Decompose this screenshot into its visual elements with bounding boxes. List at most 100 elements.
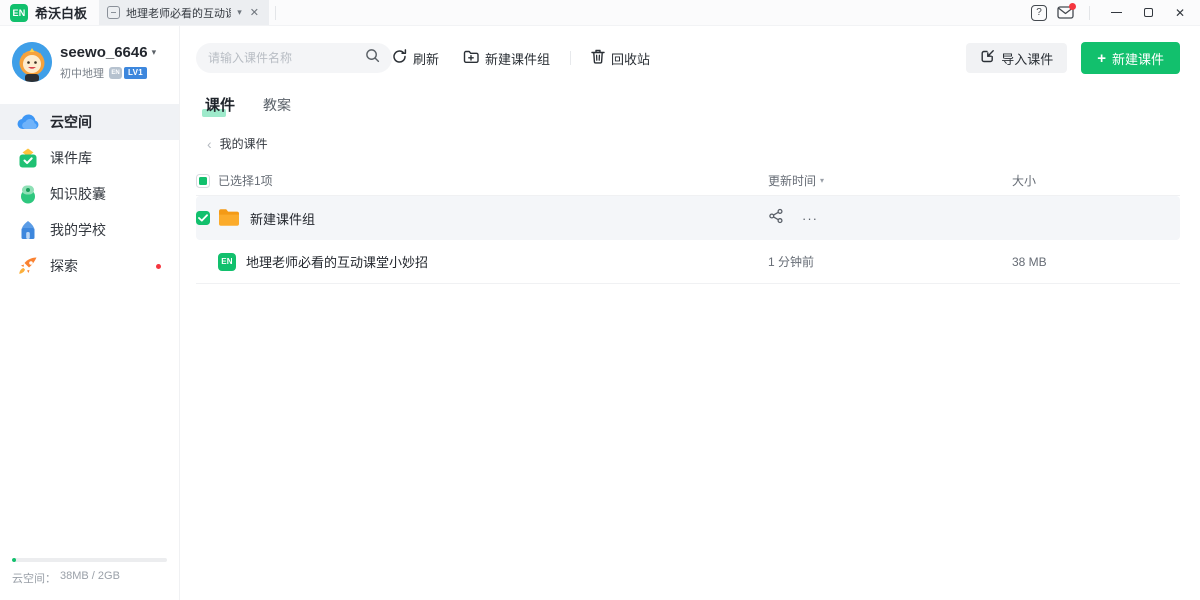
app-window: EN 希沃白板 地理老师必看的互动课堂小... ▾ ✕ ? ✕ xyxy=(0,0,1200,600)
tab-label: 课件 xyxy=(205,97,235,114)
titlebar-controls: ? ✕ xyxy=(1031,0,1200,25)
tab-label: 教案 xyxy=(263,97,291,113)
sidebar-item-label: 课件库 xyxy=(50,148,92,168)
rocket-icon xyxy=(16,254,40,278)
sidebar-item-my-school[interactable]: 我的学校 xyxy=(0,212,179,248)
file-name: 地理老师必看的互动课堂小妙招 xyxy=(246,252,428,271)
tab-close-icon[interactable]: ✕ xyxy=(248,6,261,19)
sidebar-item-label: 我的学校 xyxy=(50,220,106,240)
sidebar-item-explore[interactable]: 探索 xyxy=(0,248,179,284)
inbox-icon[interactable] xyxy=(1055,5,1075,21)
sidebar-nav: 云空间 课件库 xyxy=(0,104,179,284)
search-icon[interactable] xyxy=(365,48,380,68)
sidebar-item-courseware-library[interactable]: 课件库 xyxy=(0,140,179,176)
import-courseware-label: 导入课件 xyxy=(1001,49,1053,68)
file-updated-time: 1 分钟前 xyxy=(768,253,814,270)
sidebar-item-label: 探索 xyxy=(50,256,78,276)
refresh-button[interactable]: 刷新 xyxy=(392,49,439,68)
recycle-bin-label: 回收站 xyxy=(611,49,650,68)
import-courseware-button[interactable]: 导入课件 xyxy=(966,43,1067,73)
recycle-bin-button[interactable]: 回收站 xyxy=(591,49,650,68)
username[interactable]: seewo_6646 xyxy=(60,44,148,61)
document-tab[interactable]: 地理老师必看的互动课堂小... ▾ ✕ xyxy=(99,0,269,25)
storage-label: 云空间： xyxy=(12,570,56,586)
app-brand: EN 希沃白板 xyxy=(0,0,99,25)
help-icon[interactable]: ? xyxy=(1031,5,1047,21)
sidebar-item-knowledge-capsule[interactable]: 知识胶囊 xyxy=(0,176,179,212)
new-courseware-button[interactable]: + 新建课件 xyxy=(1081,42,1180,74)
sort-by-time[interactable]: 更新时间 ▾ xyxy=(768,172,1012,189)
list-item-folder[interactable]: 新建课件组 ··· xyxy=(196,196,1180,240)
tab-lesson-plan[interactable]: 教案 xyxy=(263,95,291,115)
search-box[interactable] xyxy=(196,43,392,73)
column-time-label: 更新时间 xyxy=(768,172,816,189)
back-chevron-icon[interactable]: ‹ xyxy=(207,137,212,151)
share-icon[interactable] xyxy=(768,208,784,229)
storage-value: 38MB / 2GB xyxy=(60,570,120,586)
breadcrumb-label[interactable]: 我的课件 xyxy=(220,135,268,152)
user-meta: seewo_6646 ▾ 初中地理 EN LV1 xyxy=(60,44,156,81)
breadcrumb: ‹ 我的课件 xyxy=(196,135,1180,152)
user-caret-icon[interactable]: ▾ xyxy=(152,47,157,58)
toolbar: 刷新 新建课件组 xyxy=(196,42,1180,74)
refresh-icon xyxy=(392,49,407,67)
sort-caret-icon: ▾ xyxy=(820,176,824,185)
import-icon xyxy=(980,49,995,67)
refresh-label: 刷新 xyxy=(413,49,439,68)
tab-caret-icon[interactable]: ▾ xyxy=(237,7,242,18)
user-card[interactable]: seewo_6646 ▾ 初中地理 EN LV1 xyxy=(0,26,179,92)
titlebar: EN 希沃白板 地理老师必看的互动课堂小... ▾ ✕ ? ✕ xyxy=(0,0,1200,26)
sidebar: seewo_6646 ▾ 初中地理 EN LV1 xyxy=(0,26,180,600)
document-tab-label: 地理老师必看的互动课堂小... xyxy=(126,5,231,21)
courseware-library-icon xyxy=(16,146,40,170)
select-all-checkbox[interactable] xyxy=(196,174,210,188)
close-icon: ✕ xyxy=(1175,6,1185,20)
search-input[interactable] xyxy=(208,51,359,65)
new-group-button[interactable]: 新建课件组 xyxy=(463,49,550,68)
row-checkbox[interactable] xyxy=(196,211,210,225)
main-content: 刷新 新建课件组 xyxy=(180,26,1200,600)
maximize-icon xyxy=(1144,8,1153,17)
new-group-label: 新建课件组 xyxy=(485,49,550,68)
cloud-icon xyxy=(16,110,40,134)
minimize-button[interactable] xyxy=(1104,2,1128,24)
level-badge-en-icon: EN xyxy=(109,67,122,79)
trash-icon xyxy=(591,49,605,67)
sidebar-item-label: 云空间 xyxy=(50,112,92,132)
folder-name: 新建课件组 xyxy=(250,209,315,228)
storage-bar-fill xyxy=(12,558,16,562)
sidebar-item-label: 知识胶囊 xyxy=(50,184,106,204)
courseware-file-icon: EN xyxy=(218,253,236,271)
storage-meter: 云空间： 38MB / 2GB xyxy=(0,558,179,600)
close-button[interactable]: ✕ xyxy=(1168,2,1192,24)
column-size-label: 大小 xyxy=(1012,174,1036,188)
toolbar-divider xyxy=(570,51,571,65)
app-logo-icon: EN xyxy=(10,4,28,22)
plus-icon: + xyxy=(1097,51,1106,66)
avatar[interactable] xyxy=(12,42,52,82)
titlebar-divider xyxy=(1089,6,1090,20)
tab-courseware[interactable]: 课件 xyxy=(205,94,235,115)
notification-dot xyxy=(1069,3,1076,10)
list-header: 已选择1项 更新时间 ▾ 大小 xyxy=(196,166,1180,196)
explore-notification-dot xyxy=(156,264,161,269)
list-item-file[interactable]: EN 地理老师必看的互动课堂小妙招 1 分钟前 38 MB xyxy=(196,240,1180,284)
user-subject: 初中地理 xyxy=(60,65,104,81)
content-tabs: 课件 教案 xyxy=(196,94,1180,115)
level-badge-label: LV1 xyxy=(124,67,147,79)
storage-bar xyxy=(12,558,167,562)
school-icon xyxy=(16,218,40,242)
new-courseware-label: 新建课件 xyxy=(1112,49,1164,68)
minimize-icon xyxy=(1111,12,1122,14)
new-folder-icon xyxy=(463,49,479,67)
file-size: 38 MB xyxy=(1012,255,1047,269)
knowledge-capsule-icon xyxy=(16,182,40,206)
selection-count: 已选择1项 xyxy=(218,172,273,189)
sidebar-item-cloud-space[interactable]: 云空间 xyxy=(0,104,179,140)
document-icon xyxy=(107,6,120,19)
more-options-icon[interactable]: ··· xyxy=(802,212,818,225)
titlebar-divider xyxy=(275,6,276,20)
maximize-button[interactable] xyxy=(1136,2,1160,24)
folder-icon xyxy=(218,209,240,227)
app-title: 希沃白板 xyxy=(35,3,87,22)
